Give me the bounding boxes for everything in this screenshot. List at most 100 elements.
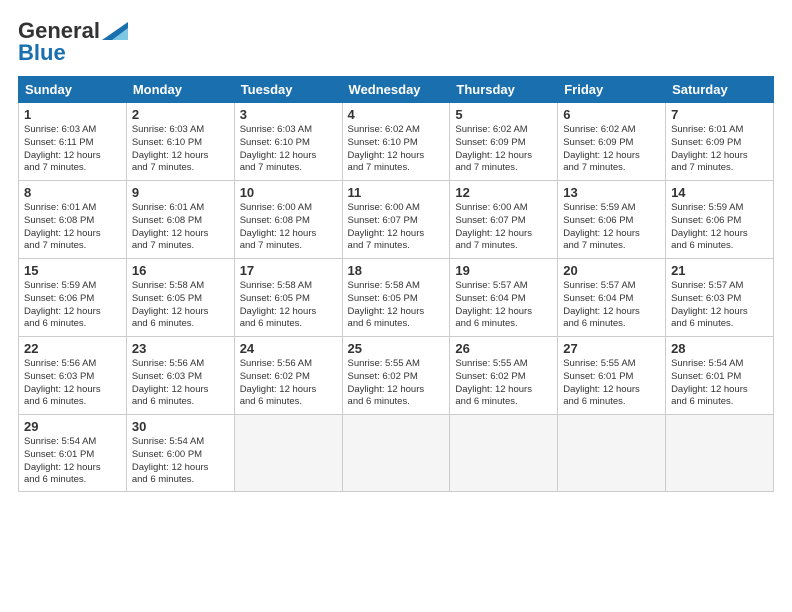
day-cell bbox=[558, 415, 666, 492]
day-cell: 11 Sunrise: 6:00 AMSunset: 6:07 PMDaylig… bbox=[342, 181, 450, 259]
day-info: Sunrise: 5:54 AMSunset: 6:00 PMDaylight:… bbox=[132, 436, 209, 485]
day-number: 23 bbox=[132, 341, 229, 356]
day-info: Sunrise: 6:03 AMSunset: 6:10 PMDaylight:… bbox=[240, 124, 317, 173]
day-number: 11 bbox=[348, 185, 445, 200]
day-number: 6 bbox=[563, 107, 660, 122]
day-cell: 12 Sunrise: 6:00 AMSunset: 6:07 PMDaylig… bbox=[450, 181, 558, 259]
weekday-header-thursday: Thursday bbox=[450, 77, 558, 103]
day-info: Sunrise: 5:55 AMSunset: 6:02 PMDaylight:… bbox=[348, 358, 425, 407]
day-info: Sunrise: 6:00 AMSunset: 6:07 PMDaylight:… bbox=[455, 202, 532, 251]
day-cell: 18 Sunrise: 5:58 AMSunset: 6:05 PMDaylig… bbox=[342, 259, 450, 337]
day-info: Sunrise: 6:01 AMSunset: 6:08 PMDaylight:… bbox=[24, 202, 101, 251]
day-cell: 24 Sunrise: 5:56 AMSunset: 6:02 PMDaylig… bbox=[234, 337, 342, 415]
week-row-1: 1 Sunrise: 6:03 AMSunset: 6:11 PMDayligh… bbox=[19, 103, 774, 181]
header: General Blue bbox=[18, 18, 774, 66]
day-number: 19 bbox=[455, 263, 552, 278]
day-cell: 25 Sunrise: 5:55 AMSunset: 6:02 PMDaylig… bbox=[342, 337, 450, 415]
day-number: 17 bbox=[240, 263, 337, 278]
logo: General Blue bbox=[18, 18, 128, 66]
day-number: 5 bbox=[455, 107, 552, 122]
day-number: 27 bbox=[563, 341, 660, 356]
day-cell: 20 Sunrise: 5:57 AMSunset: 6:04 PMDaylig… bbox=[558, 259, 666, 337]
day-number: 9 bbox=[132, 185, 229, 200]
weekday-header-wednesday: Wednesday bbox=[342, 77, 450, 103]
day-number: 21 bbox=[671, 263, 768, 278]
day-cell: 4 Sunrise: 6:02 AMSunset: 6:10 PMDayligh… bbox=[342, 103, 450, 181]
day-info: Sunrise: 6:02 AMSunset: 6:10 PMDaylight:… bbox=[348, 124, 425, 173]
day-number: 16 bbox=[132, 263, 229, 278]
week-row-3: 15 Sunrise: 5:59 AMSunset: 6:06 PMDaylig… bbox=[19, 259, 774, 337]
day-info: Sunrise: 5:56 AMSunset: 6:03 PMDaylight:… bbox=[132, 358, 209, 407]
day-cell: 30 Sunrise: 5:54 AMSunset: 6:00 PMDaylig… bbox=[126, 415, 234, 492]
logo-icon bbox=[102, 22, 128, 40]
day-cell: 14 Sunrise: 5:59 AMSunset: 6:06 PMDaylig… bbox=[666, 181, 774, 259]
day-number: 4 bbox=[348, 107, 445, 122]
day-info: Sunrise: 6:00 AMSunset: 6:08 PMDaylight:… bbox=[240, 202, 317, 251]
day-number: 29 bbox=[24, 419, 121, 434]
weekday-header-saturday: Saturday bbox=[666, 77, 774, 103]
day-cell: 21 Sunrise: 5:57 AMSunset: 6:03 PMDaylig… bbox=[666, 259, 774, 337]
day-info: Sunrise: 5:57 AMSunset: 6:03 PMDaylight:… bbox=[671, 280, 748, 329]
day-info: Sunrise: 6:01 AMSunset: 6:08 PMDaylight:… bbox=[132, 202, 209, 251]
day-number: 7 bbox=[671, 107, 768, 122]
weekday-header-monday: Monday bbox=[126, 77, 234, 103]
day-cell: 29 Sunrise: 5:54 AMSunset: 6:01 PMDaylig… bbox=[19, 415, 127, 492]
day-cell: 23 Sunrise: 5:56 AMSunset: 6:03 PMDaylig… bbox=[126, 337, 234, 415]
day-cell: 17 Sunrise: 5:58 AMSunset: 6:05 PMDaylig… bbox=[234, 259, 342, 337]
day-info: Sunrise: 5:59 AMSunset: 6:06 PMDaylight:… bbox=[24, 280, 101, 329]
day-info: Sunrise: 6:03 AMSunset: 6:10 PMDaylight:… bbox=[132, 124, 209, 173]
day-number: 26 bbox=[455, 341, 552, 356]
day-info: Sunrise: 6:01 AMSunset: 6:09 PMDaylight:… bbox=[671, 124, 748, 173]
weekday-header-friday: Friday bbox=[558, 77, 666, 103]
day-info: Sunrise: 5:58 AMSunset: 6:05 PMDaylight:… bbox=[240, 280, 317, 329]
day-cell: 22 Sunrise: 5:56 AMSunset: 6:03 PMDaylig… bbox=[19, 337, 127, 415]
day-cell bbox=[450, 415, 558, 492]
day-info: Sunrise: 5:57 AMSunset: 6:04 PMDaylight:… bbox=[563, 280, 640, 329]
day-cell: 5 Sunrise: 6:02 AMSunset: 6:09 PMDayligh… bbox=[450, 103, 558, 181]
day-cell: 13 Sunrise: 5:59 AMSunset: 6:06 PMDaylig… bbox=[558, 181, 666, 259]
weekday-header-tuesday: Tuesday bbox=[234, 77, 342, 103]
calendar-header: SundayMondayTuesdayWednesdayThursdayFrid… bbox=[19, 77, 774, 103]
day-cell: 8 Sunrise: 6:01 AMSunset: 6:08 PMDayligh… bbox=[19, 181, 127, 259]
day-cell bbox=[666, 415, 774, 492]
day-cell: 2 Sunrise: 6:03 AMSunset: 6:10 PMDayligh… bbox=[126, 103, 234, 181]
day-info: Sunrise: 5:59 AMSunset: 6:06 PMDaylight:… bbox=[563, 202, 640, 251]
day-cell: 1 Sunrise: 6:03 AMSunset: 6:11 PMDayligh… bbox=[19, 103, 127, 181]
day-number: 3 bbox=[240, 107, 337, 122]
day-number: 13 bbox=[563, 185, 660, 200]
day-cell: 3 Sunrise: 6:03 AMSunset: 6:10 PMDayligh… bbox=[234, 103, 342, 181]
day-cell: 16 Sunrise: 5:58 AMSunset: 6:05 PMDaylig… bbox=[126, 259, 234, 337]
day-cell: 10 Sunrise: 6:00 AMSunset: 6:08 PMDaylig… bbox=[234, 181, 342, 259]
day-info: Sunrise: 5:57 AMSunset: 6:04 PMDaylight:… bbox=[455, 280, 532, 329]
calendar-body: 1 Sunrise: 6:03 AMSunset: 6:11 PMDayligh… bbox=[19, 103, 774, 492]
day-info: Sunrise: 5:55 AMSunset: 6:01 PMDaylight:… bbox=[563, 358, 640, 407]
week-row-4: 22 Sunrise: 5:56 AMSunset: 6:03 PMDaylig… bbox=[19, 337, 774, 415]
day-info: Sunrise: 5:55 AMSunset: 6:02 PMDaylight:… bbox=[455, 358, 532, 407]
day-cell: 7 Sunrise: 6:01 AMSunset: 6:09 PMDayligh… bbox=[666, 103, 774, 181]
day-number: 1 bbox=[24, 107, 121, 122]
day-number: 15 bbox=[24, 263, 121, 278]
day-cell: 6 Sunrise: 6:02 AMSunset: 6:09 PMDayligh… bbox=[558, 103, 666, 181]
day-info: Sunrise: 6:02 AMSunset: 6:09 PMDaylight:… bbox=[455, 124, 532, 173]
day-number: 18 bbox=[348, 263, 445, 278]
logo-blue: Blue bbox=[18, 40, 66, 66]
day-info: Sunrise: 5:56 AMSunset: 6:03 PMDaylight:… bbox=[24, 358, 101, 407]
day-info: Sunrise: 6:02 AMSunset: 6:09 PMDaylight:… bbox=[563, 124, 640, 173]
day-number: 24 bbox=[240, 341, 337, 356]
day-number: 25 bbox=[348, 341, 445, 356]
day-number: 28 bbox=[671, 341, 768, 356]
day-number: 20 bbox=[563, 263, 660, 278]
day-info: Sunrise: 6:03 AMSunset: 6:11 PMDaylight:… bbox=[24, 124, 101, 173]
day-info: Sunrise: 6:00 AMSunset: 6:07 PMDaylight:… bbox=[348, 202, 425, 251]
day-cell: 9 Sunrise: 6:01 AMSunset: 6:08 PMDayligh… bbox=[126, 181, 234, 259]
day-info: Sunrise: 5:54 AMSunset: 6:01 PMDaylight:… bbox=[671, 358, 748, 407]
day-cell bbox=[234, 415, 342, 492]
day-number: 2 bbox=[132, 107, 229, 122]
day-number: 22 bbox=[24, 341, 121, 356]
day-info: Sunrise: 5:58 AMSunset: 6:05 PMDaylight:… bbox=[348, 280, 425, 329]
day-number: 30 bbox=[132, 419, 229, 434]
weekday-header-sunday: Sunday bbox=[19, 77, 127, 103]
week-row-2: 8 Sunrise: 6:01 AMSunset: 6:08 PMDayligh… bbox=[19, 181, 774, 259]
day-number: 14 bbox=[671, 185, 768, 200]
week-row-5: 29 Sunrise: 5:54 AMSunset: 6:01 PMDaylig… bbox=[19, 415, 774, 492]
